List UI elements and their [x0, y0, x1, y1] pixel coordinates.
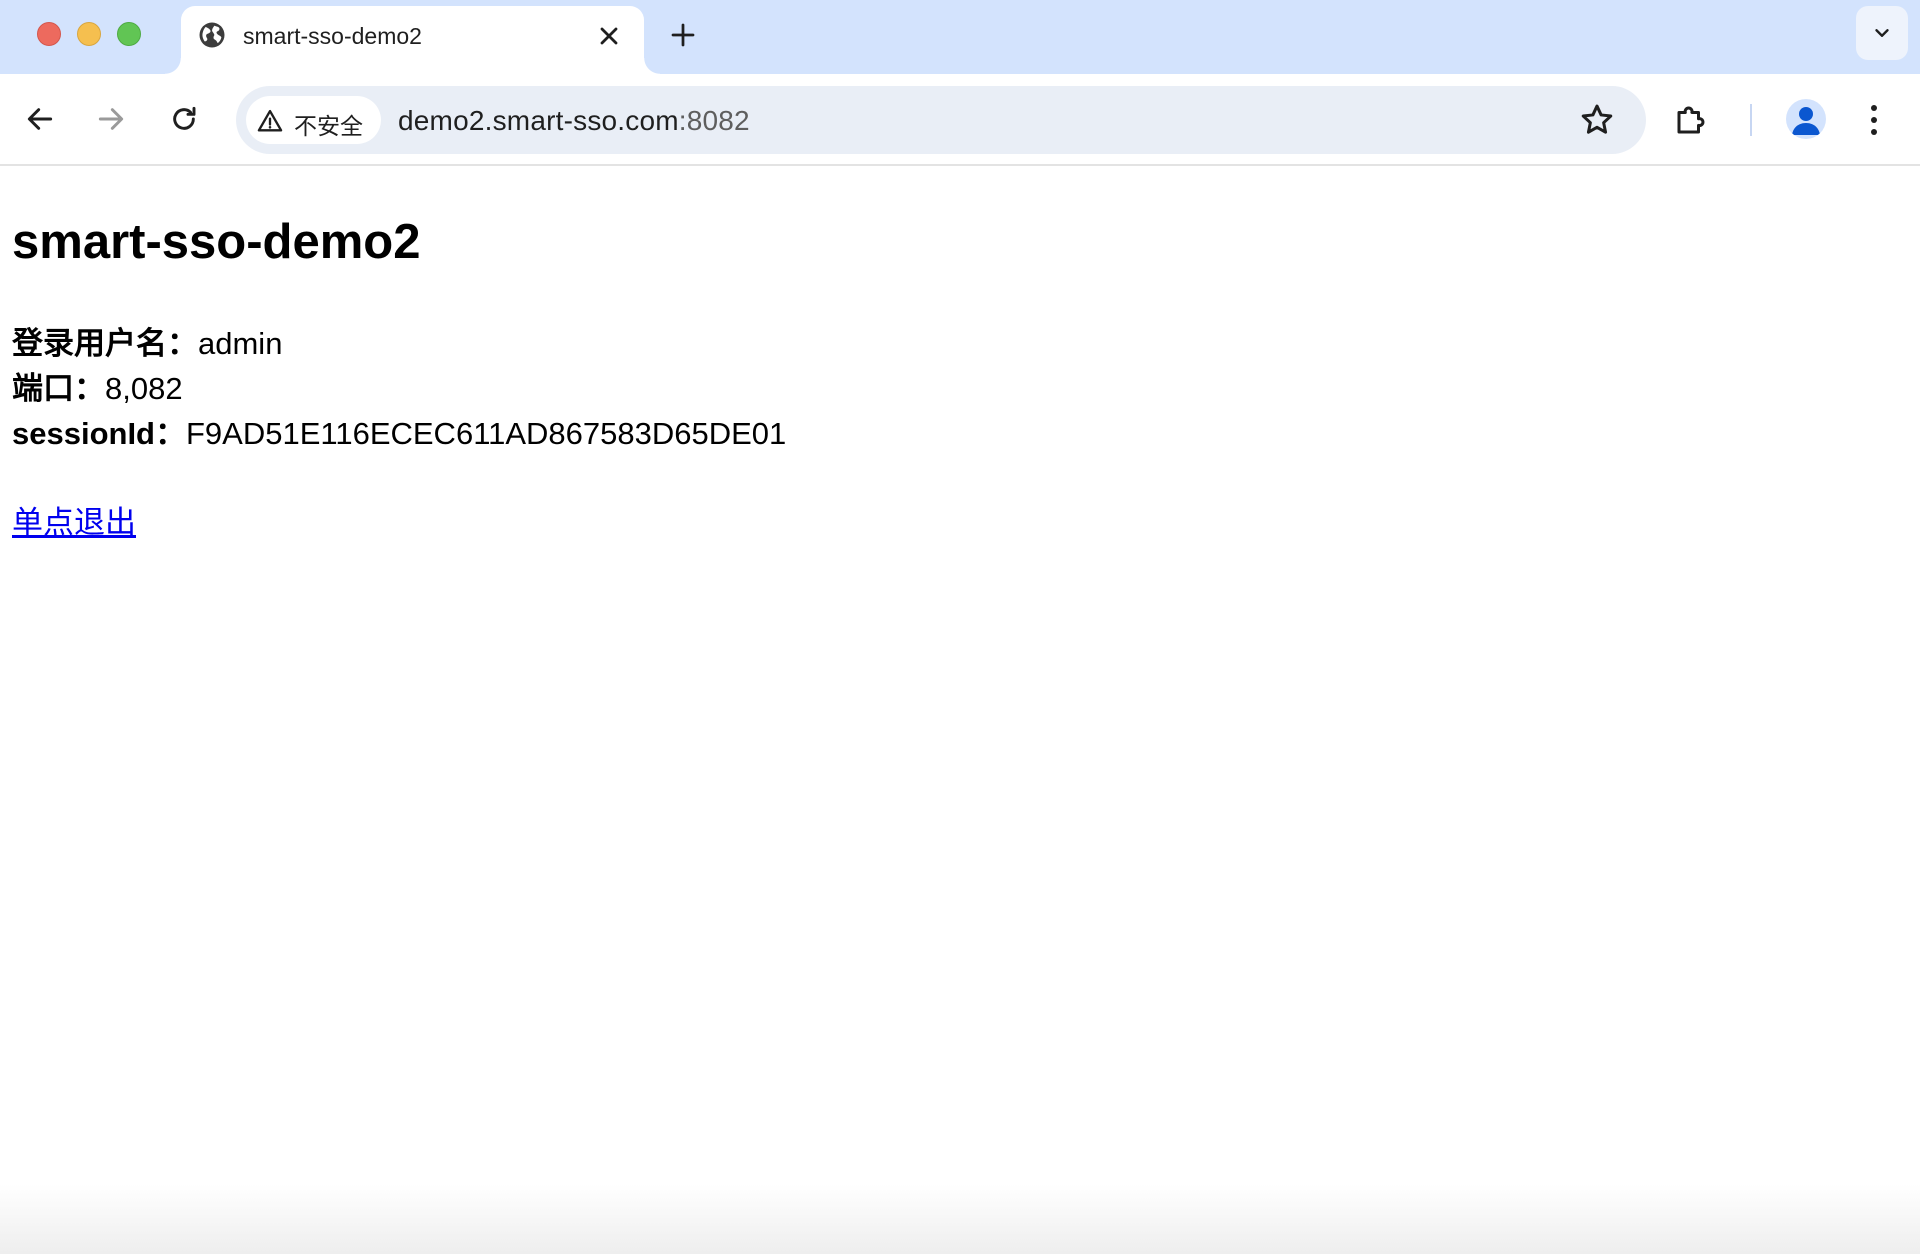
tab-title: smart-sso-demo2	[243, 23, 422, 49]
window-bottom-shadow	[0, 1184, 1920, 1254]
single-sign-out-link[interactable]: 单点退出	[12, 497, 136, 542]
field-value: admin	[198, 326, 283, 361]
field-value: F9AD51E116ECEC611AD867583D65DE01	[186, 416, 787, 451]
reload-icon	[173, 106, 196, 130]
back-button[interactable]	[17, 96, 63, 142]
field-label: 端口	[12, 371, 74, 406]
chevron-down-icon	[1875, 29, 1889, 37]
active-tab[interactable]: smart-sso-demo2	[165, 6, 660, 74]
window-minimize-button[interactable]	[77, 22, 101, 46]
arrow-right-icon	[98, 108, 124, 130]
field-label: 登录用户名	[12, 326, 167, 361]
window-maximize-button[interactable]	[117, 22, 141, 46]
globe-icon	[199, 22, 225, 48]
security-label: 不安全	[294, 113, 363, 139]
tab-search-button[interactable]	[1856, 6, 1908, 60]
forward-button[interactable]	[88, 96, 134, 142]
browser-toolbar: 不安全 demo2.smart-sso.com:8082	[0, 74, 1920, 166]
warning-icon	[257, 109, 283, 132]
port-row: 端口：8,082	[12, 363, 183, 408]
page-content: smart-sso-demo2 登录用户名：admin 端口：8,082 ses…	[0, 168, 1920, 1254]
address-bar[interactable]: 不安全 demo2.smart-sso.com:8082	[236, 86, 1646, 154]
field-separator: ：	[155, 416, 186, 451]
profile-avatar[interactable]	[1786, 99, 1826, 139]
more-vert-icon[interactable]	[1862, 102, 1886, 138]
username-row: 登录用户名：admin	[12, 318, 282, 363]
session-id-row: sessionId：F9AD51E116ECEC611AD867583D65DE…	[12, 408, 786, 453]
new-tab-icon[interactable]	[668, 20, 698, 50]
page-title: smart-sso-demo2	[12, 215, 421, 269]
arrow-left-icon	[27, 108, 53, 130]
window-close-button[interactable]	[37, 22, 61, 46]
field-separator: ：	[167, 326, 198, 361]
reload-button[interactable]	[161, 96, 207, 142]
tab-strip: smart-sso-demo2	[0, 0, 1920, 74]
field-label: sessionId	[12, 416, 155, 451]
url-text[interactable]: demo2.smart-sso.com:8082	[398, 105, 750, 137]
url-host: demo2.smart-sso.com	[398, 105, 679, 136]
browser-window: smart-sso-demo2 不安全 demo2.smart-sso.com:…	[0, 0, 1920, 1254]
person-icon	[1792, 107, 1820, 135]
bookmark-star-icon[interactable]	[1578, 101, 1616, 139]
toolbar-divider	[1750, 104, 1752, 136]
field-separator: ：	[74, 371, 105, 406]
close-icon[interactable]	[595, 22, 623, 50]
site-security-chip[interactable]: 不安全	[246, 96, 381, 144]
url-port: :8082	[678, 105, 750, 136]
field-value: 8,082	[105, 371, 183, 406]
extensions-puzzle-icon[interactable]	[1673, 102, 1709, 138]
